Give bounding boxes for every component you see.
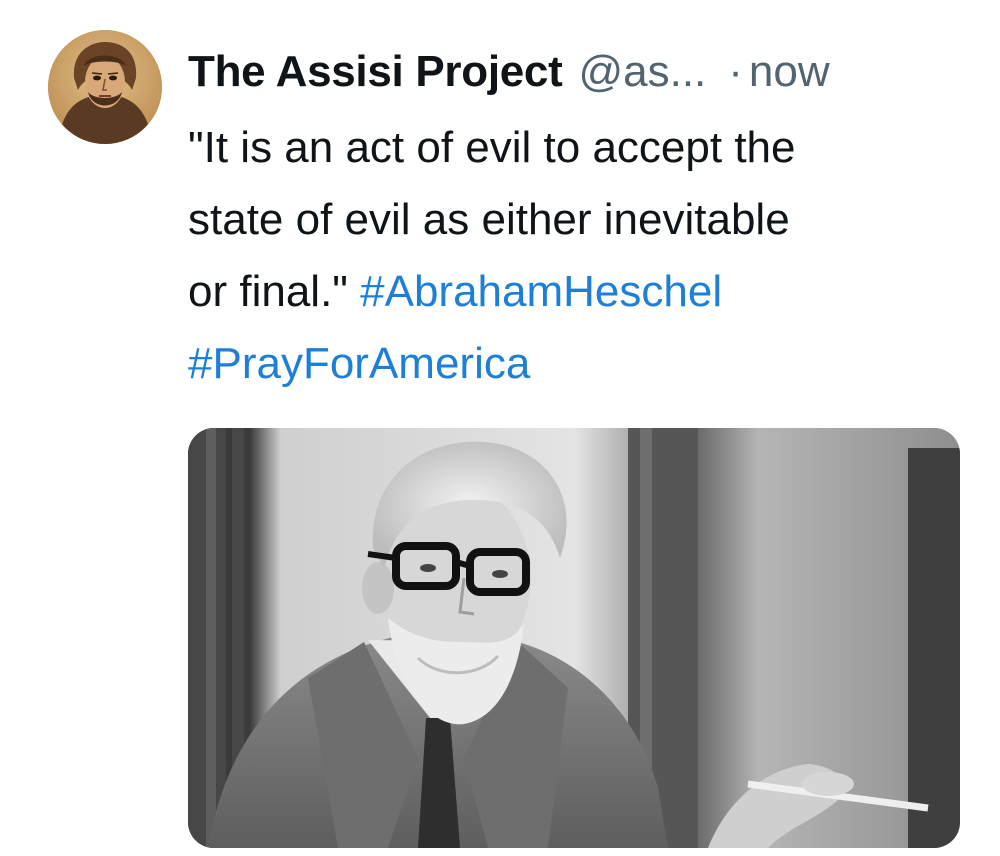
tweet-text: "It is an act of evil to accept the stat… [188, 112, 978, 400]
tweet-media-photo[interactable] [188, 428, 960, 848]
tweet-text-line: state of evil as either inevitable [188, 195, 790, 244]
avatar[interactable] [48, 30, 162, 144]
photo-image [188, 428, 960, 848]
separator-dot: · [728, 47, 743, 96]
display-name[interactable]: The Assisi Project [188, 40, 563, 104]
tweet-card[interactable]: The Assisi Project @as... · now "It is a… [0, 0, 1000, 856]
hashtag-link[interactable]: #PrayForAmerica [188, 339, 530, 388]
timestamp[interactable]: now [749, 40, 830, 104]
tweet-text-line: "It is an act of evil to accept the [188, 123, 796, 172]
hashtag-link[interactable]: #AbrahamHeschel [360, 267, 722, 316]
avatar-portrait-icon [48, 30, 162, 144]
tweet-text-line: or final." #AbrahamHeschel [188, 267, 723, 316]
user-handle[interactable]: @as... [578, 40, 706, 104]
tweet-header: The Assisi Project @as... · now [188, 40, 978, 104]
tweet-text-line: #PrayForAmerica [188, 328, 978, 400]
